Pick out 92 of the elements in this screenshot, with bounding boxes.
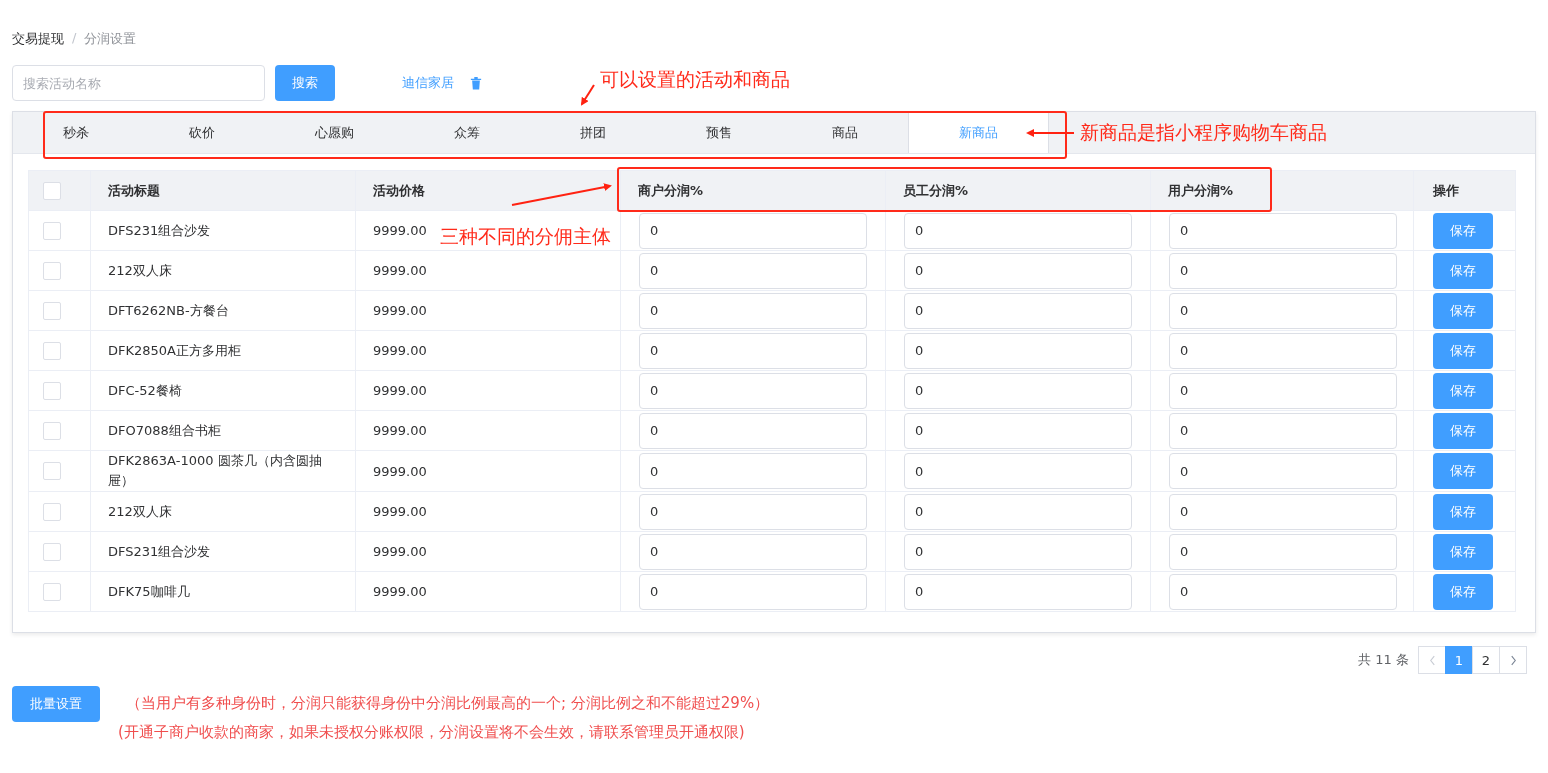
total-count: 共 11 条 xyxy=(1358,651,1409,669)
user-share-field[interactable]: 0 xyxy=(1169,493,1397,530)
row-checkbox[interactable] xyxy=(43,421,61,440)
employee-share-field[interactable]: 0 xyxy=(904,372,1132,409)
price-cell: 9999.00 xyxy=(373,463,427,479)
merchant-share-field[interactable]: 0 xyxy=(639,372,867,409)
tab[interactable]: 心愿购 xyxy=(265,112,404,153)
breadcrumb-item: 分润设置 xyxy=(84,30,137,47)
row-checkbox[interactable] xyxy=(43,221,61,240)
arrow xyxy=(1026,129,1075,137)
price-cell: 9999.00 xyxy=(373,423,427,438)
price-cell: 9999.00 xyxy=(373,504,427,519)
title-cell-text: DFS231组合沙发 xyxy=(108,542,212,561)
annotation-text: 新商品是指小程序购物车商品 xyxy=(1080,120,1327,145)
title-cell-text: DFO7088组合书柜 xyxy=(108,421,222,440)
note-text: （当用户有多种身份时，分润只能获得身份中分润比例最高的一个; 分润比例之和不能超过29%） xyxy=(126,693,770,714)
annotation-text: 三种不同的分佣主体 xyxy=(440,224,611,249)
row-checkbox[interactable] xyxy=(43,582,61,601)
price-cell: 9999.00 xyxy=(373,223,427,238)
note-text: (开通子商户收款的商家，如果未授权分账权限，分润设置将不会生效，请联系管理员开通权限) xyxy=(118,722,746,743)
user-share-field[interactable]: 0 xyxy=(1169,252,1397,289)
user-share-field[interactable]: 0 xyxy=(1169,573,1397,610)
employee-share-field[interactable]: 0 xyxy=(904,332,1132,369)
select-all-checkbox[interactable] xyxy=(43,181,61,200)
merchant-share-field[interactable]: 0 xyxy=(639,212,867,249)
tab[interactable]: 拼团 xyxy=(530,112,656,153)
chevron-right-icon xyxy=(1509,654,1517,666)
annotation-text: 可以设置的活动和商品 xyxy=(600,67,790,92)
merchant-share-field[interactable]: 0 xyxy=(639,493,867,530)
employee-share-field[interactable]: 0 xyxy=(904,292,1132,329)
row-checkbox[interactable] xyxy=(43,381,61,400)
merchant-share-field[interactable]: 0 xyxy=(639,332,867,369)
user-share-field[interactable]: 0 xyxy=(1169,533,1397,570)
next-page-button[interactable] xyxy=(1499,646,1527,674)
prev-page-button[interactable] xyxy=(1418,646,1446,674)
column-header: 员工分润% xyxy=(885,170,1151,211)
user-share-field[interactable]: 0 xyxy=(1169,212,1397,249)
employee-share-field[interactable]: 0 xyxy=(904,453,1132,489)
arrow xyxy=(580,84,595,106)
price-cell: 9999.00 xyxy=(373,343,427,358)
chevron-left-icon xyxy=(1428,654,1436,666)
merchant-share-field[interactable]: 0 xyxy=(639,412,867,449)
title-cell-text: DFK2863A-1000 圆茶几（内含圆抽屉） xyxy=(108,452,323,490)
column-header: 活动标题 xyxy=(90,170,356,211)
title-cell-text: DFC-52餐椅 xyxy=(108,381,183,400)
search-field[interactable]: 搜索活动名称 xyxy=(12,65,265,101)
user-share-field[interactable]: 0 xyxy=(1169,412,1397,449)
employee-share-field[interactable]: 0 xyxy=(904,493,1132,530)
title-cell-text: DFK75咖啡几 xyxy=(108,582,191,601)
title-cell-text: 212双人床 xyxy=(108,502,173,521)
breadcrumb-separator: / xyxy=(72,30,77,47)
row-checkbox[interactable] xyxy=(43,301,61,320)
employee-share-field[interactable]: 0 xyxy=(904,412,1132,449)
merchant-share-field[interactable]: 0 xyxy=(639,453,867,489)
column-header: 操作 xyxy=(1413,170,1516,211)
user-share-field[interactable]: 0 xyxy=(1169,372,1397,409)
employee-share-field[interactable]: 0 xyxy=(904,573,1132,610)
employee-share-field[interactable]: 0 xyxy=(904,533,1132,570)
merchant-share-field[interactable]: 0 xyxy=(639,533,867,570)
column-header: 活动价格 xyxy=(355,170,621,211)
merchant-share-field[interactable]: 0 xyxy=(639,252,867,289)
row-checkbox[interactable] xyxy=(43,502,61,521)
user-share-field[interactable]: 0 xyxy=(1169,453,1397,489)
tab[interactable]: 砍价 xyxy=(139,112,265,153)
title-cell-text: 212双人床 xyxy=(108,261,173,280)
price-cell: 9999.00 xyxy=(373,263,427,278)
title-cell-text: DFT6262NB-方餐台 xyxy=(108,301,230,320)
column-header: 商户分润% xyxy=(620,170,886,211)
price-cell: 9999.00 xyxy=(373,303,427,318)
title-cell-text: DFS231组合沙发 xyxy=(108,221,212,240)
column-header: 用户分润% xyxy=(1150,170,1414,211)
price-cell: 9999.00 xyxy=(373,544,427,559)
row-checkbox[interactable] xyxy=(43,261,61,280)
page-button[interactable]: 2 xyxy=(1472,646,1500,674)
trash-icon[interactable] xyxy=(470,76,482,90)
row-checkbox[interactable] xyxy=(43,462,61,480)
tab[interactable]: 商品 xyxy=(782,112,908,153)
price-cell: 9999.00 xyxy=(373,383,427,398)
breadcrumb-item[interactable]: 交易提现 xyxy=(12,30,64,47)
tab[interactable]: 众筹 xyxy=(404,112,530,153)
employee-share-field[interactable]: 0 xyxy=(904,252,1132,289)
employee-share-field[interactable]: 0 xyxy=(904,212,1132,249)
merchant-share-field[interactable]: 0 xyxy=(639,573,867,610)
title-cell-text: DFK2850A正方多用柜 xyxy=(108,341,242,360)
price-cell: 9999.00 xyxy=(373,584,427,599)
user-share-field[interactable]: 0 xyxy=(1169,332,1397,369)
merchant-share-field[interactable]: 0 xyxy=(639,292,867,329)
tab[interactable]: 预售 xyxy=(656,112,782,153)
row-checkbox[interactable] xyxy=(43,341,61,360)
user-share-field[interactable]: 0 xyxy=(1169,292,1397,329)
row-checkbox[interactable] xyxy=(43,542,61,561)
tab[interactable]: 秒杀 xyxy=(13,112,139,153)
